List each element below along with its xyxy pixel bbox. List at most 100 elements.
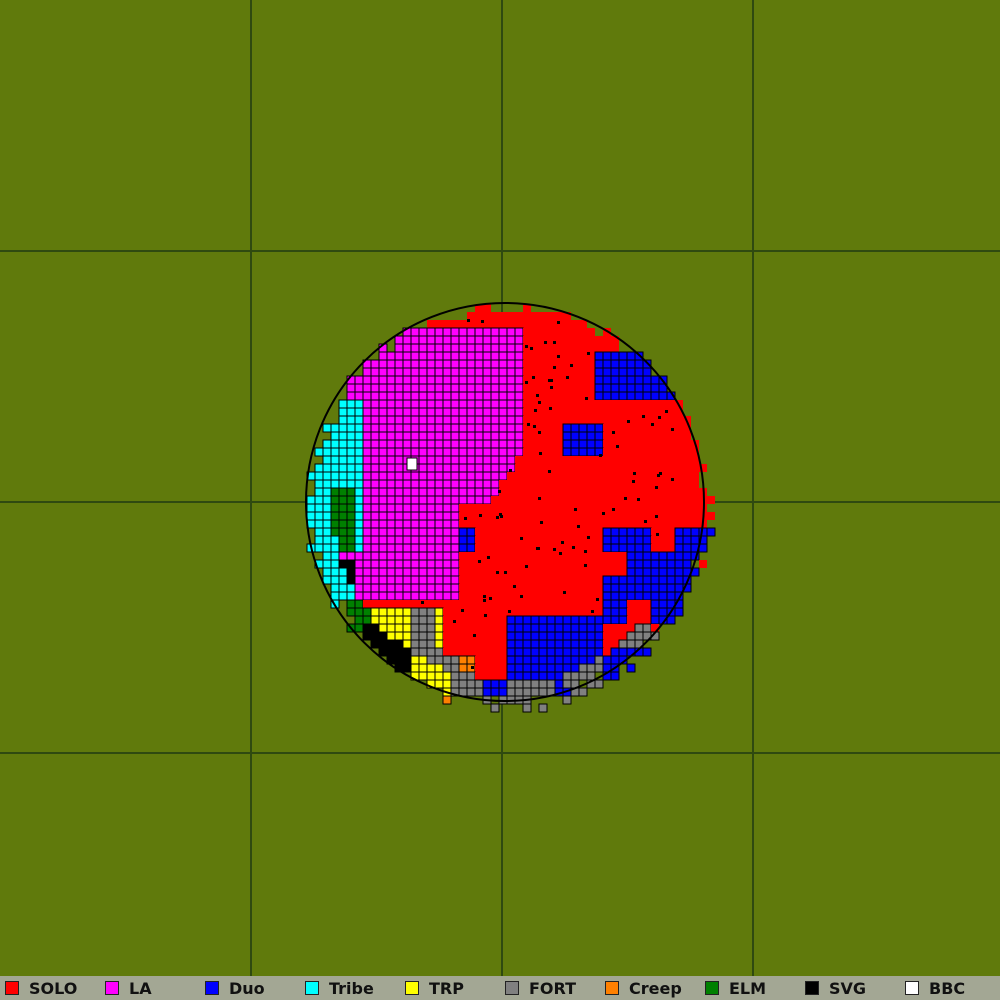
- territory-tile-tribe: [354, 463, 364, 473]
- territory-tile-solo: [563, 584, 571, 592]
- territory-tile-la: [498, 423, 508, 433]
- territory-tile-duo: [650, 591, 660, 601]
- territory-tile-la: [426, 575, 436, 585]
- territory-tile-la: [450, 447, 460, 457]
- territory-tile-la: [370, 559, 380, 569]
- territory-tile-solo: [571, 352, 579, 360]
- territory-tile-la: [386, 455, 396, 465]
- territory-tile-la: [410, 559, 420, 569]
- territory-tile-solo: [467, 616, 475, 624]
- territory-tile-solo: [667, 520, 675, 528]
- territory-tile-la: [378, 535, 388, 545]
- territory-tile-duo: [578, 423, 588, 433]
- territory-tile-la: [490, 463, 500, 473]
- territory-tile-duo: [618, 351, 628, 361]
- territory-tile-la: [410, 551, 420, 561]
- territory-tile-duo: [522, 615, 532, 625]
- territory-tile-svg: [338, 559, 348, 569]
- territory-tile-solo: [571, 528, 579, 536]
- territory-tile-la: [426, 375, 436, 385]
- territory-tile-solo: [531, 528, 539, 536]
- territory-tile-solo: [443, 624, 451, 632]
- territory-tile-duo: [634, 375, 644, 385]
- territory-tile-solo: [555, 360, 563, 368]
- territory-tile-la: [442, 527, 452, 537]
- territory-tile-la: [378, 551, 388, 561]
- territory-tile-duo: [618, 535, 628, 545]
- territory-tile-trp: [386, 623, 396, 633]
- territory-tile-fort: [506, 679, 516, 689]
- territory-tile-solo: [475, 536, 483, 544]
- territory-tile-solo: [587, 472, 595, 480]
- territory-tile-solo: [459, 640, 467, 648]
- territory-tile-solo: [707, 496, 715, 504]
- territory-tile-trp: [434, 631, 444, 641]
- territory-map[interactable]: [0, 0, 1000, 976]
- territory-tile-duo: [618, 391, 628, 401]
- territory-tile-solo: [499, 592, 507, 600]
- territory-tile-solo: [563, 464, 571, 472]
- territory-tile-solo: [635, 448, 643, 456]
- territory-tile-duo: [626, 559, 636, 569]
- territory-tile-solo: [619, 472, 627, 480]
- territory-tile-trp: [378, 623, 388, 633]
- territory-tile-solo: [555, 448, 563, 456]
- territory-tile-solo: [539, 392, 547, 400]
- territory-tile-duo: [570, 431, 580, 441]
- territory-tile-duo: [602, 391, 612, 401]
- territory-tile-fort: [442, 663, 452, 673]
- territory-tile-duo: [618, 383, 628, 393]
- territory-tile-solo: [491, 496, 499, 504]
- territory-tile-solo: [579, 384, 587, 392]
- territory-tile-tribe: [330, 559, 340, 569]
- territory-tile-solo: [571, 408, 579, 416]
- territory-tile-solo: [499, 312, 507, 320]
- territory-tile-la: [442, 591, 452, 601]
- territory-tile-solo: [507, 480, 515, 488]
- territory-tile-solo: [491, 552, 499, 560]
- territory-speck: [489, 597, 492, 600]
- territory-tile-solo: [683, 520, 691, 528]
- territory-tile-solo: [451, 624, 459, 632]
- territory-tile-solo: [659, 440, 667, 448]
- territory-tile-tribe: [346, 439, 356, 449]
- territory-tile-la: [386, 431, 396, 441]
- territory-tile-solo: [635, 424, 643, 432]
- territory-tile-tribe: [322, 527, 332, 537]
- territory-tile-la: [362, 407, 372, 417]
- territory-tile-tribe: [306, 511, 316, 521]
- territory-speck: [612, 508, 615, 511]
- territory-tile-trp: [426, 671, 436, 681]
- territory-tile-solo: [483, 584, 491, 592]
- territory-tile-solo: [539, 416, 547, 424]
- territory-tile-duo: [554, 671, 564, 681]
- territory-tile-la: [442, 535, 452, 545]
- territory-tile-solo: [635, 464, 643, 472]
- territory-tile-la: [466, 447, 476, 457]
- territory-tile-la: [410, 479, 420, 489]
- territory-tile-la: [402, 527, 412, 537]
- territory-tile-la: [474, 399, 484, 409]
- territory-tile-solo: [571, 592, 579, 600]
- territory-tile-duo: [626, 391, 636, 401]
- territory-tile-solo: [563, 512, 571, 520]
- territory-tile-la: [498, 335, 508, 345]
- territory-tile-solo: [571, 600, 579, 608]
- territory-tile-la: [514, 439, 524, 449]
- territory-tile-solo: [627, 496, 635, 504]
- territory-tile-la: [434, 407, 444, 417]
- territory-tile-la: [410, 583, 420, 593]
- territory-tile-solo: [659, 528, 667, 536]
- territory-tile-la: [418, 583, 428, 593]
- territory-tile-solo: [667, 456, 675, 464]
- territory-tile-solo: [635, 400, 643, 408]
- territory-tile-solo: [595, 520, 603, 528]
- territory-tile-solo: [595, 408, 603, 416]
- territory-tile-solo: [651, 464, 659, 472]
- territory-tile-solo: [539, 552, 547, 560]
- territory-tile-duo: [642, 647, 652, 657]
- territory-tile-la: [482, 351, 492, 361]
- territory-tile-solo: [683, 472, 691, 480]
- territory-tile-duo: [658, 607, 668, 617]
- territory-tile-fort: [418, 647, 428, 657]
